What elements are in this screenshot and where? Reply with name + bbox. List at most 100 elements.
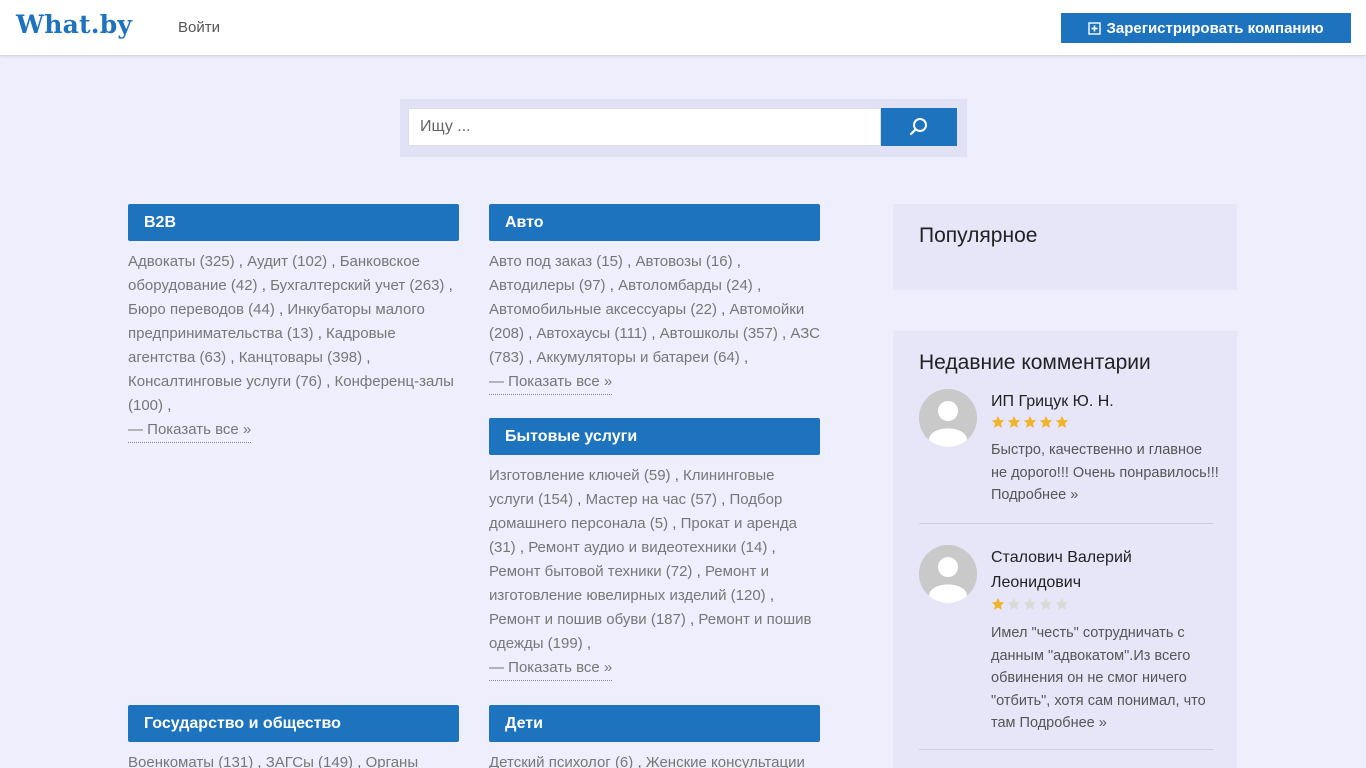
recent-comments-title: Недавние комментарии	[919, 351, 1151, 374]
star-icon	[1023, 415, 1037, 428]
separator: ,	[717, 301, 730, 318]
category-link[interactable]: Автоломбарды (24)	[618, 277, 753, 294]
category-title[interactable]: Бытовые услуги	[489, 418, 820, 455]
star-icon	[1055, 597, 1069, 610]
category-link[interactable]: Автохаусы (111)	[537, 325, 648, 342]
separator: ,	[313, 325, 327, 342]
comment-text: Быстро, качественно и главное не дорого!…	[991, 439, 1221, 507]
category-link[interactable]: Бюро переводов (44)	[128, 301, 275, 318]
category-link[interactable]: Автовозы (16)	[635, 253, 732, 270]
separator: ,	[765, 587, 775, 604]
show-all-link[interactable]: — Показать все »	[489, 656, 613, 681]
read-more-link[interactable]: Подробнее »	[991, 487, 1078, 503]
category-link[interactable]: Ремонт и пошив обуви (187)	[489, 611, 686, 628]
category-link[interactable]: Органы	[366, 754, 419, 768]
star-icon	[1039, 415, 1053, 428]
search-button[interactable]	[881, 108, 957, 146]
search-icon	[909, 118, 927, 136]
comment-divider	[919, 523, 1213, 524]
category-items: Авто под заказ (15) , Автовозы (16) , Ав…	[489, 250, 820, 395]
separator: ,	[668, 515, 681, 532]
show-all-link[interactable]: — Показать все »	[489, 370, 613, 395]
category-title[interactable]: B2B	[128, 204, 459, 241]
recent-comments-widget: Недавние комментарии ИП Грицук Ю. Н. Быс…	[893, 331, 1237, 768]
category-link[interactable]: Ремонт аудио и видеотехники (14)	[528, 539, 767, 556]
separator: ,	[274, 301, 288, 318]
comment-author[interactable]: ИП Грицук Ю. Н.	[991, 389, 1213, 414]
category-items: Детский психолог (6) , Женские консульта…	[489, 751, 820, 768]
category-link[interactable]: Автомобильные аксессуары (22)	[489, 301, 717, 318]
search-input[interactable]	[408, 108, 881, 146]
category-link[interactable]: Ремонт бытовой техники (72)	[489, 563, 692, 580]
category-link[interactable]: Автодилеры (97)	[489, 277, 606, 294]
separator: ,	[515, 539, 529, 556]
category-link[interactable]: Изготовление ключей (59)	[489, 467, 671, 484]
category-link[interactable]: Авто под заказ (15)	[489, 253, 623, 270]
comment-body: Быстро, качественно и главное не дорого!…	[991, 442, 1219, 481]
category-link[interactable]: Аккумуляторы и батареи (64)	[537, 349, 740, 366]
separator: ,	[752, 277, 762, 294]
separator: ,	[717, 491, 730, 508]
separator: ,	[777, 325, 791, 342]
category-b2b: B2B Адвокаты (325) , Аудит (102) , Банко…	[128, 204, 459, 443]
comment-divider	[919, 749, 1213, 750]
separator: ,	[573, 491, 586, 508]
category-link[interactable]: Консалтинговые услуги (76)	[128, 373, 322, 390]
category-link[interactable]: Автошколы (357)	[660, 325, 778, 342]
separator: ,	[767, 539, 776, 556]
star-icon	[1007, 415, 1021, 428]
category-link[interactable]: Адвокаты (325)	[128, 253, 235, 270]
separator: ,	[234, 253, 248, 270]
category-title[interactable]: Государство и общество	[128, 705, 459, 742]
comment-item: Сталович Валерий Леонидович Имел "честь"…	[919, 545, 1213, 745]
separator: ,	[622, 253, 636, 270]
comment-item: ИП Грицук Ю. Н. Быстро, качественно и гл…	[919, 389, 1219, 524]
category-link[interactable]: Канцтовары (398)	[239, 349, 362, 366]
category-items: Военкоматы (131) , ЗАГСы (149) , Органы	[128, 751, 459, 768]
category-link[interactable]: ЗАГСы (149)	[266, 754, 353, 768]
site-logo[interactable]: What.by	[16, 10, 132, 39]
comment-text: Имел "честь" сотрудничать с данным "адво…	[991, 622, 1221, 735]
register-company-button[interactable]: Зарегистрировать компанию	[1061, 13, 1351, 43]
star-icon	[991, 415, 1005, 428]
category-children: Дети Детский психолог (6) , Женские конс…	[489, 705, 820, 768]
comment-author[interactable]: Сталович Валерий Леонидович	[991, 545, 1213, 595]
category-link[interactable]: Аудит (102)	[247, 253, 327, 270]
separator: ,	[226, 349, 239, 366]
plus-square-icon	[1088, 22, 1102, 35]
category-auto: Авто Авто под заказ (15) , Автовозы (16)…	[489, 204, 820, 395]
category-link[interactable]: Военкоматы (131)	[128, 754, 253, 768]
star-icon	[1007, 597, 1021, 610]
category-items: Изготовление ключей (59) , Клининговые у…	[489, 464, 820, 681]
read-more-link[interactable]: Подробнее »	[1020, 715, 1107, 731]
star-icon	[1039, 597, 1053, 610]
separator: ,	[739, 349, 749, 366]
separator: ,	[322, 373, 335, 390]
show-all-link[interactable]: — Показать все »	[128, 418, 252, 443]
login-link[interactable]: Войти	[178, 19, 220, 36]
star-icon	[1023, 597, 1037, 610]
category-items: Адвокаты (325) , Аудит (102) , Банковско…	[128, 250, 459, 443]
separator: ,	[647, 325, 660, 342]
separator: ,	[163, 397, 172, 414]
popular-widget: Популярное	[893, 204, 1237, 290]
separator: ,	[353, 754, 366, 768]
register-button-label: Зарегистрировать компанию	[1106, 19, 1324, 37]
category-link[interactable]: Мастер на час (57)	[586, 491, 717, 508]
star-icon	[1055, 415, 1069, 428]
category-title[interactable]: Авто	[489, 204, 820, 241]
category-link[interactable]: Бухгалтерский учет (263)	[270, 277, 444, 294]
category-link[interactable]: Детский психолог (6)	[489, 754, 633, 768]
top-bar: What.by Войти Зарегистрировать компанию	[0, 0, 1366, 56]
separator: ,	[670, 467, 684, 484]
category-title[interactable]: Дети	[489, 705, 820, 742]
separator: ,	[253, 754, 266, 768]
category-link[interactable]: Женские консультации	[646, 754, 805, 768]
user-avatar-icon	[919, 545, 977, 603]
rating-stars	[991, 415, 1069, 429]
separator: ,	[524, 325, 537, 342]
separator: ,	[605, 277, 619, 294]
separator: ,	[362, 349, 371, 366]
separator: ,	[685, 611, 699, 628]
separator: ,	[444, 277, 453, 294]
